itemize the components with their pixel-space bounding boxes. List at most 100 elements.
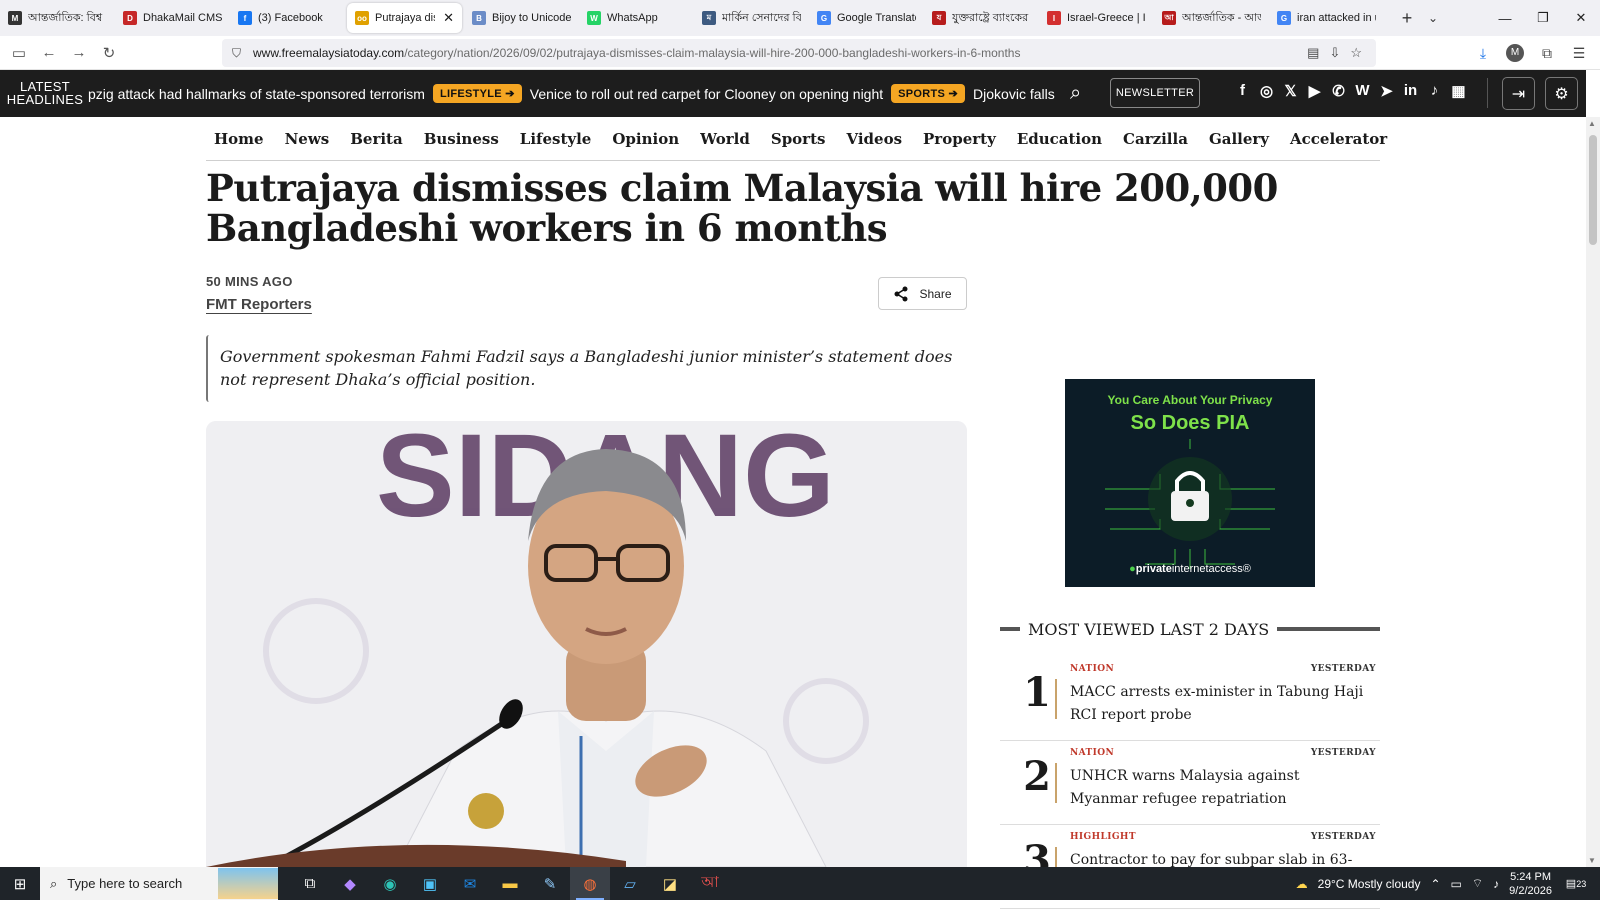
browser-tab[interactable]: W WhatsApp [579, 0, 694, 36]
menu-item-property[interactable]: Property [923, 130, 996, 148]
most-viewed-headline[interactable]: UNHCR warns Malaysia against Myanmar ref… [1070, 765, 1370, 811]
social-link-icon[interactable]: ✆ [1331, 82, 1346, 100]
headline-ticker: pzig attack had hallmarks of state-spons… [88, 70, 1056, 117]
article-author-link[interactable]: FMT Reporters [206, 296, 312, 313]
address-bar[interactable]: ⛉ www.freemalaysiatoday.com/category/nat… [222, 39, 1376, 67]
tab-list-chevron-icon[interactable]: ⌄ [1420, 11, 1446, 25]
browser-tab[interactable]: D DhakaMail CMS [115, 0, 230, 36]
browser-tab[interactable]: B Bijoy to Unicode [464, 0, 579, 36]
article-photo[interactable]: SIDANG [206, 421, 967, 867]
login-icon[interactable]: ⇥ [1502, 77, 1535, 110]
browser-tab[interactable]: G Google Translate [809, 0, 924, 36]
volume-icon[interactable]: ♪ [1493, 877, 1499, 891]
menu-item-carzilla[interactable]: Carzilla [1123, 130, 1188, 148]
social-link-icon[interactable]: W [1355, 82, 1370, 100]
most-viewed-item[interactable]: 2 NATION YESTERDAY UNHCR warns Malaysia aga… [1000, 741, 1380, 825]
menu-item-business[interactable]: Business [424, 130, 499, 148]
menu-hamburger-icon[interactable]: ☰ [1566, 45, 1592, 62]
browser-tab[interactable]: Giran attacked in us [1269, 0, 1384, 36]
account-avatar[interactable]: M [1506, 44, 1524, 62]
newsletter-button[interactable]: NEWSLETTER [1110, 78, 1200, 108]
most-viewed-item[interactable]: 1 NATION YESTERDAY MACC arrests ex-minister… [1000, 657, 1380, 741]
menu-item-sports[interactable]: Sports [771, 130, 826, 148]
bangla-keyboard-icon[interactable]: আ [690, 867, 730, 900]
downloads-icon[interactable]: ⤓ [1470, 45, 1496, 62]
browser-tab[interactable]: I Israel-Greece | Isr [1039, 0, 1154, 36]
forward-button[interactable]: → [64, 39, 94, 67]
close-tab-icon[interactable]: ✕ [443, 10, 454, 26]
network-icon[interactable]: ▭ [1451, 877, 1462, 891]
bookmark-star-icon[interactable]: ☆ [1350, 45, 1362, 61]
save-to-pocket-icon[interactable]: ⇩ [1329, 45, 1340, 61]
search-icon[interactable]: ⌕ [1070, 82, 1081, 105]
notepad-icon[interactable]: ✎ [530, 867, 570, 900]
reload-button[interactable]: ↻ [94, 39, 124, 67]
ticker-category-badge[interactable]: LIFESTYLE ➔ [432, 84, 522, 103]
firefox-icon[interactable]: ◍ [570, 867, 610, 900]
new-tab-button[interactable]: + [1394, 8, 1420, 29]
extensions-icon[interactable]: ⧉ [1534, 45, 1560, 62]
scrollbar-thumb[interactable] [1589, 135, 1597, 245]
file-explorer-icon[interactable]: ▬ [490, 867, 530, 900]
menu-item-accelerator[interactable]: Accelerator [1290, 130, 1387, 148]
menu-item-news[interactable]: News [285, 130, 330, 148]
menu-item-opinion[interactable]: Opinion [612, 130, 679, 148]
browser-tab[interactable]: য যুক্তরাষ্ট্রে ব্যাংকের [924, 0, 1039, 36]
reader-view-icon[interactable]: ▤ [1307, 45, 1319, 61]
ticker-item[interactable]: Djokovic falls in US O [973, 86, 1056, 102]
ticker-item[interactable]: pzig attack had hallmarks of state-spons… [88, 86, 425, 102]
browser-tab[interactable]: oo Putrajaya dism ✕ [347, 3, 462, 33]
social-link-icon[interactable]: ▶ [1307, 82, 1322, 100]
browser-tab[interactable]: M আন্তর্জাতিক: বিশ্ব [0, 0, 115, 36]
sticky-notes-icon[interactable]: ◪ [650, 867, 690, 900]
ad-brand-bold: private [1135, 563, 1172, 575]
menu-item-berita[interactable]: Berita [350, 130, 402, 148]
menu-item-videos[interactable]: Videos [846, 130, 902, 148]
ticker-category-badge[interactable]: SPORTS ➔ [891, 84, 966, 103]
social-link-icon[interactable]: 𝕏 [1283, 82, 1298, 100]
tray-overflow-chevron-icon[interactable]: ⌃ [1430, 877, 1440, 891]
social-link-icon[interactable]: ◎ [1259, 82, 1274, 100]
notification-center-icon[interactable]: ▤23 [1562, 877, 1590, 890]
share-button[interactable]: Share [878, 277, 967, 310]
minimize-button[interactable]: — [1486, 0, 1524, 36]
social-link-icon[interactable]: f [1235, 82, 1250, 100]
outlook-icon[interactable]: ✉ [450, 867, 490, 900]
weather-cloud-icon[interactable]: ☁ [1296, 877, 1308, 891]
scroll-up-icon[interactable]: ▲ [1588, 119, 1596, 128]
social-link-icon[interactable]: ▦ [1451, 82, 1466, 100]
back-button[interactable]: ← [34, 39, 64, 67]
site-security-icon[interactable]: ⛉ [232, 46, 241, 61]
settings-gear-icon[interactable]: ⚙ [1545, 77, 1578, 110]
scroll-down-icon[interactable]: ▼ [1588, 856, 1596, 865]
browser-tab[interactable]: ম মার্কিন সেনাদের বি [694, 0, 809, 36]
social-link-icon[interactable]: ♪ [1427, 82, 1442, 100]
page-scrollbar[interactable]: ▲ ▼ [1586, 117, 1600, 867]
copilot-icon[interactable]: ◆ [330, 867, 370, 900]
browser-tab[interactable]: আ আন্তর্জাতিক - আজ [1154, 0, 1269, 36]
close-window-button[interactable]: ✕ [1562, 0, 1600, 36]
sidebar-toggle-icon[interactable]: ▭ [4, 39, 34, 67]
ticker-item[interactable]: Venice to roll out red carpet for Cloone… [530, 86, 883, 102]
browser-tab[interactable]: f (3) Facebook [230, 0, 345, 36]
menu-item-gallery[interactable]: Gallery [1209, 130, 1269, 148]
social-link-icon[interactable]: ➤ [1379, 82, 1394, 100]
windows-start-icon[interactable]: ⊞ [0, 867, 40, 900]
sidebar-ad-banner[interactable]: You Care About Your Privacy So Does PIA … [1065, 379, 1315, 587]
tab-favicon-icon: G [817, 11, 831, 25]
most-viewed-headline[interactable]: MACC arrests ex-minister in Tabung Haji … [1070, 681, 1370, 727]
weather-text[interactable]: 29°C Mostly cloudy [1318, 877, 1421, 891]
edge-browser-icon[interactable]: ◉ [370, 867, 410, 900]
menu-item-home[interactable]: Home [214, 130, 264, 148]
menu-item-education[interactable]: Education [1017, 130, 1102, 148]
messaging-app-icon[interactable]: ▱ [610, 867, 650, 900]
task-view-icon[interactable]: ⧉ [290, 867, 330, 900]
social-link-icon[interactable]: in [1403, 82, 1418, 100]
store-icon[interactable]: ▣ [410, 867, 450, 900]
menu-item-lifestyle[interactable]: Lifestyle [520, 130, 592, 148]
taskbar-search-box[interactable]: ⌕ Type here to search [40, 867, 278, 900]
menu-item-world[interactable]: World [700, 130, 750, 148]
taskbar-clock[interactable]: 5:24 PM 9/2/2026 [1509, 870, 1552, 898]
restore-button[interactable]: ❐ [1524, 0, 1562, 36]
wifi-off-icon[interactable]: ⌔ [1472, 876, 1483, 891]
